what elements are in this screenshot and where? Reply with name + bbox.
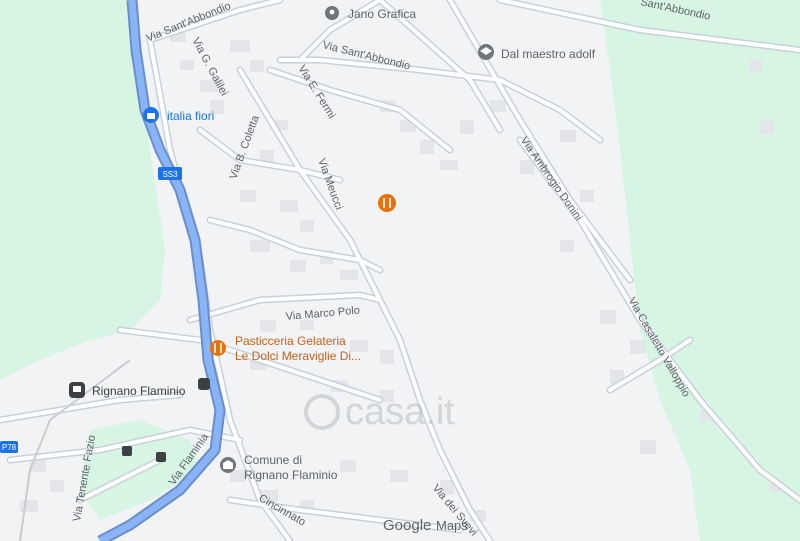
map-canvas[interactable]: Via Sant'Abbondio Via Sant'Abbondio Sant…	[0, 0, 800, 541]
svg-text:Google: Google	[383, 517, 431, 534]
poi-label-pasticceria-line2: Le Dolci Meraviglie Di...	[235, 349, 361, 363]
poi-label-comune-line1: Comune di	[244, 453, 302, 467]
poi-label-italia-fiori: italia fiori	[167, 109, 214, 123]
svg-text:Maps: Maps	[436, 518, 468, 533]
restaurant-icon	[378, 194, 396, 212]
poi-italia-fiori[interactable]: italia fiori	[143, 107, 214, 123]
train-icon	[198, 378, 210, 390]
bus-stop-icon	[122, 446, 132, 456]
svg-text:P78: P78	[2, 443, 17, 452]
poi-restaurant-marker[interactable]	[378, 194, 396, 212]
poi-label-jano-grafica: Jano Grafica	[348, 7, 416, 21]
restaurant-icon	[210, 340, 226, 356]
road-shield-ss3: SS3	[158, 167, 182, 180]
poi-label-dal-maestro-adolf: Dal maestro adolf	[501, 47, 596, 61]
poi-label-pasticceria-line1: Pasticceria Gelateria	[235, 334, 346, 348]
svg-text:casa.it: casa.it	[345, 391, 455, 433]
road-shield-p78: P78	[0, 441, 18, 453]
bus-stop-icon	[156, 452, 166, 462]
poi-label-comune-line2: Rignano Flaminio	[244, 468, 338, 482]
poi-label-rignano-flaminio: Rignano Flaminio	[92, 384, 186, 398]
svg-text:SS3: SS3	[162, 170, 178, 179]
google-maps-attribution: Google Maps	[383, 517, 468, 534]
